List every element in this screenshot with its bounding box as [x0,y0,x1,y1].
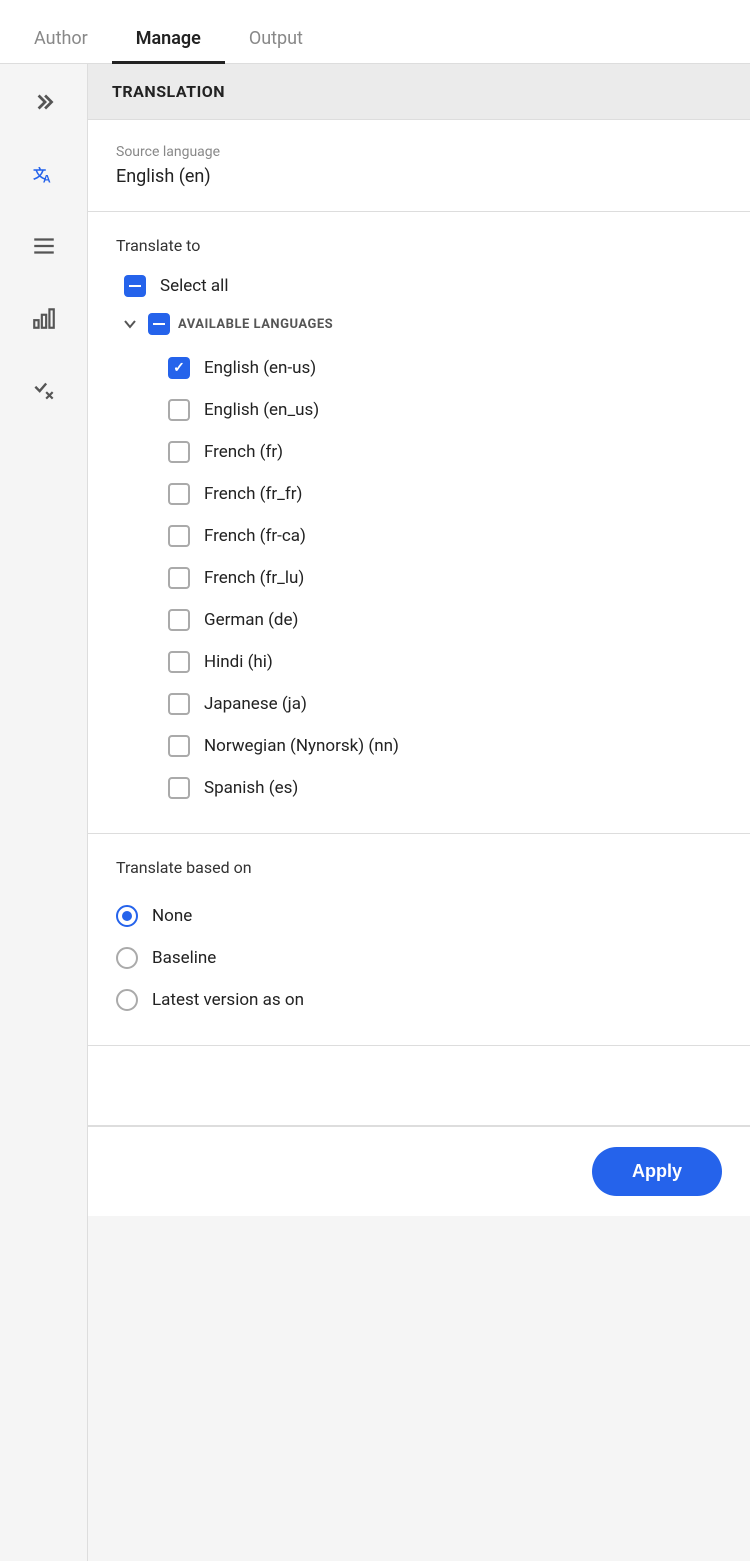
main-layout: 文 A [0,64,750,1561]
radio-item[interactable]: Baseline [116,937,722,979]
lang-group-header: AVAILABLE LANGUAGES [116,313,722,335]
lang-item-label: Spanish (es) [204,778,298,798]
lang-item-label: French (fr-ca) [204,526,306,546]
lang-item[interactable]: French (fr_fr) [168,473,722,515]
radio-label: None [152,906,192,926]
lang-checkbox[interactable] [168,735,190,757]
lang-checkbox[interactable] [168,567,190,589]
lang-item-label: English (en-us) [204,358,316,378]
lang-item-label: German (de) [204,610,298,630]
source-language-value: English (en) [116,166,722,187]
lang-item-label: Norwegian (Nynorsk) (nn) [204,736,399,756]
source-language-card: Source language English (en) [88,120,750,212]
radio-item[interactable]: None [116,895,722,937]
content-area: TRANSLATION Source language English (en)… [88,64,750,1561]
translate-to-label: Translate to [116,236,722,255]
lang-item[interactable]: Spanish (es) [168,767,722,809]
radio-label: Latest version as on [152,990,304,1010]
radio-button[interactable] [116,947,138,969]
lang-item[interactable]: German (de) [168,599,722,641]
translate-based-on-label: Translate based on [116,858,722,877]
lang-group-title: AVAILABLE LANGUAGES [178,317,333,332]
select-all-row[interactable]: Select all [116,275,722,297]
lang-checkbox[interactable] [168,525,190,547]
radio-label: Baseline [152,948,216,968]
sidebar: 文 A [0,64,88,1561]
source-language-label: Source language [116,144,722,160]
radio-item[interactable]: Latest version as on [116,979,722,1021]
lang-checkbox[interactable] [168,441,190,463]
check-x-icon[interactable] [22,368,66,412]
lang-item-label: French (fr_lu) [204,568,304,588]
chevron-down-icon[interactable] [120,314,140,334]
language-list: English (en-us) English (en_us) French (fr… [116,347,722,809]
lang-item-label: French (fr_fr) [204,484,302,504]
lang-item-label: Hindi (hi) [204,652,273,672]
apply-button[interactable]: Apply [592,1147,722,1196]
lang-checkbox[interactable] [168,651,190,673]
lang-item[interactable]: French (fr) [168,431,722,473]
tab-manage[interactable]: Manage [112,16,225,64]
lang-group-checkbox[interactable] [148,313,170,335]
translate-based-on-card: Translate based on None Baseline Latest ve… [88,834,750,1046]
radio-button[interactable] [116,989,138,1011]
lang-item-label: Japanese (ja) [204,694,307,714]
lang-item[interactable]: English (en_us) [168,389,722,431]
lang-item-label: English (en_us) [204,400,319,420]
translate-icon[interactable]: 文 A [22,152,66,196]
lang-item[interactable]: French (fr_lu) [168,557,722,599]
lang-item[interactable]: Japanese (ja) [168,683,722,725]
lang-checkbox[interactable] [168,483,190,505]
lang-checkbox[interactable] [168,777,190,799]
lang-item[interactable]: Norwegian (Nynorsk) (nn) [168,725,722,767]
radio-button[interactable] [116,905,138,927]
top-nav: Author Manage Output [0,0,750,64]
lang-checkbox[interactable] [168,399,190,421]
select-all-label: Select all [160,276,228,296]
chevron-right-icon[interactable] [22,80,66,124]
select-all-checkbox[interactable] [124,275,146,297]
lang-item[interactable]: English (en-us) [168,347,722,389]
lang-item-label: French (fr) [204,442,283,462]
lines-icon[interactable] [22,224,66,268]
lang-checkbox[interactable] [168,693,190,715]
lang-item[interactable]: Hindi (hi) [168,641,722,683]
lang-checkbox[interactable] [168,357,190,379]
chart-icon[interactable] [22,296,66,340]
spacer [88,1046,750,1126]
tab-output[interactable]: Output [225,16,327,64]
section-header: TRANSLATION [88,64,750,120]
footer: Apply [88,1126,750,1216]
radio-list: None Baseline Latest version as on [116,895,722,1021]
translate-to-card: Translate to Select all AVAILABLE LANGUA… [88,212,750,834]
lang-item[interactable]: French (fr-ca) [168,515,722,557]
section-title: TRANSLATION [112,82,225,101]
svg-text:A: A [42,174,50,186]
lang-checkbox[interactable] [168,609,190,631]
tab-author[interactable]: Author [10,16,112,64]
